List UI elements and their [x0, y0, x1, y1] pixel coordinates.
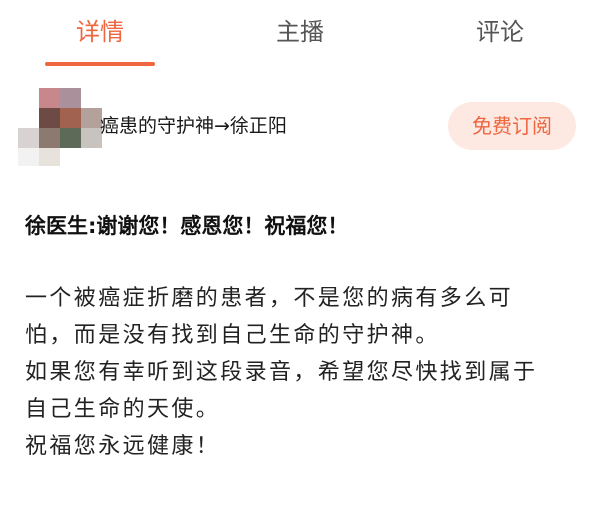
channel-title: 癌患的守护神→徐正阳: [100, 115, 287, 137]
description-line: 如果您有幸听到这段录音，希望您尽快找到属于: [25, 360, 538, 385]
description-line: 自己生命的天使。: [25, 397, 221, 422]
description-line: 怕，而是没有找到自己生命的守护神。: [25, 323, 440, 348]
subscribe-button[interactable]: 免费订阅: [448, 102, 576, 150]
tab-host[interactable]: 主播: [200, 0, 400, 44]
description-body: 一个被癌症折磨的患者，不是您的病有多么可 怕，而是没有找到自己生命的守护神。 如…: [25, 280, 585, 465]
tab-bar: 详情 主播 评论: [0, 0, 600, 66]
description-line: 一个被癌症折磨的患者，不是您的病有多么可: [25, 286, 514, 311]
description-heading: 徐医生:谢谢您！感恩您！祝福您！: [25, 214, 349, 238]
avatar[interactable]: [18, 88, 102, 166]
tab-details[interactable]: 详情: [0, 0, 200, 44]
active-tab-indicator: [45, 62, 155, 66]
tab-comments[interactable]: 评论: [400, 0, 600, 44]
description-line: 祝福您永远健康！: [25, 434, 221, 459]
